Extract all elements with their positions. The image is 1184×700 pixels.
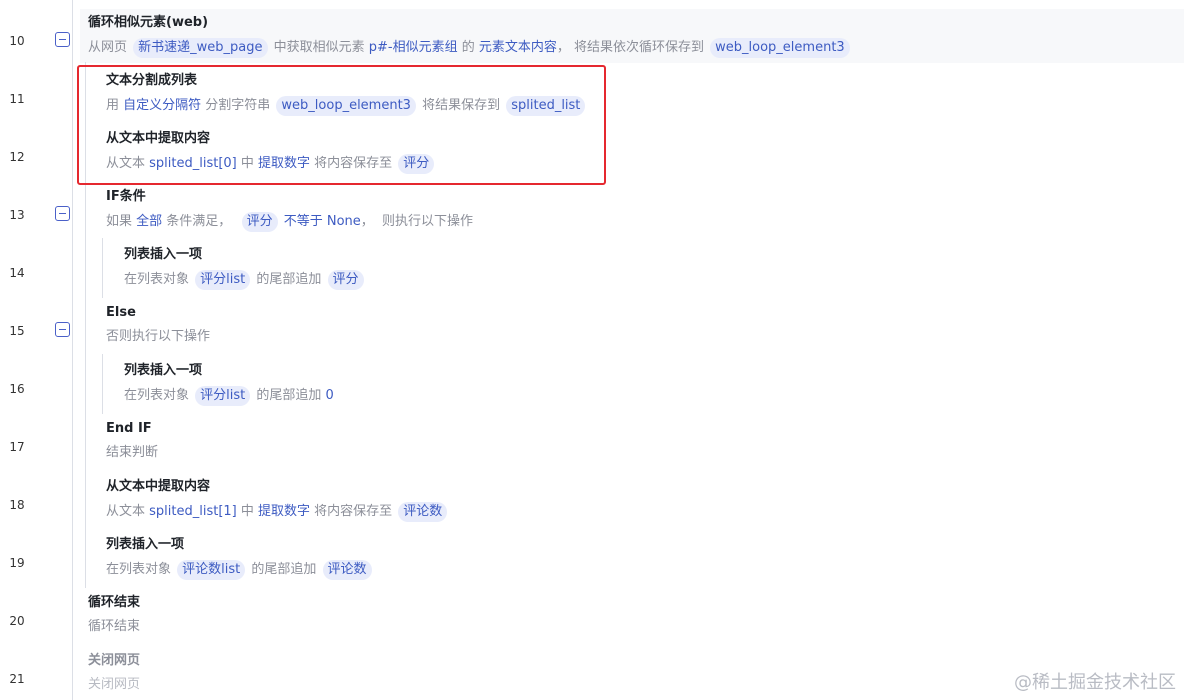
description-text: 将内容保存至 xyxy=(310,504,397,519)
parameter-token[interactable]: 提取数字 xyxy=(258,503,310,521)
step-title: 列表插入一项 xyxy=(124,363,203,378)
description-text: ， 则执行以下操作 xyxy=(360,214,474,229)
step-title: 列表插入一项 xyxy=(106,537,185,552)
description-text: 在列表对象 xyxy=(124,388,194,403)
description-text: 从网页 xyxy=(88,40,132,55)
description-text: 循环结束 xyxy=(88,619,141,634)
step-list-append-comments[interactable]: 列表插入一项 在列表对象 评论数list 的尾部追加 评论数 xyxy=(106,536,374,580)
variable-chip[interactable]: 评论数 xyxy=(398,502,448,522)
description-text: 的尾部追加 xyxy=(252,272,326,287)
variable-chip[interactable]: 新书速递_web_page xyxy=(133,38,268,58)
step-title: 列表插入一项 xyxy=(124,247,203,262)
description-text: 条件满足， xyxy=(162,214,240,229)
description-text: 的尾部追加 xyxy=(252,388,326,403)
parameter-token[interactable]: 元素文本内容 xyxy=(479,39,557,57)
highlight-annotation-box xyxy=(77,65,606,185)
step-description: 从网页 新书速递_web_page 中获取相似元素 p#-相似元素组 的 元素文… xyxy=(88,38,852,58)
parameter-token[interactable]: None xyxy=(327,213,361,231)
variable-chip[interactable]: 评论数list xyxy=(177,560,246,580)
line-number: 10 xyxy=(9,34,25,48)
step-loop-similar-elements[interactable]: 循环相似元素(web) 从网页 新书速递_web_page 中获取相似元素 p#… xyxy=(88,14,852,58)
description-text: 如果 xyxy=(106,214,137,229)
step-extract-content-comments[interactable]: 从文本中提取内容 从文本 splited_list[1] 中 提取数字 将内容保… xyxy=(106,478,449,522)
parameter-token[interactable]: 全部 xyxy=(136,213,162,231)
collapse-toggle-else[interactable] xyxy=(55,322,70,337)
description-text: 关闭网页 xyxy=(88,677,141,692)
indent-guide-root xyxy=(72,0,73,700)
step-list-append-rating[interactable]: 列表插入一项 在列表对象 评分list 的尾部追加 评分 xyxy=(124,246,366,290)
step-title: IF条件 xyxy=(106,189,146,204)
step-description: 结束判断 xyxy=(106,444,158,462)
line-number: 12 xyxy=(9,150,25,164)
step-end-if[interactable]: End IF 结束判断 xyxy=(106,420,158,462)
description-text: 否则执行以下操作 xyxy=(106,329,211,344)
description-text: ， 将结果依次循环保存到 xyxy=(556,40,709,55)
parameter-token[interactable]: splited_list[1] xyxy=(149,503,237,521)
step-title: 从文本中提取内容 xyxy=(106,479,211,494)
description-text: 的尾部追加 xyxy=(247,562,321,577)
step-title: Else xyxy=(106,305,136,320)
indent-guide-else xyxy=(102,354,103,414)
description-text: 在列表对象 xyxy=(106,562,176,577)
step-description: 在列表对象 评分list 的尾部追加 0 xyxy=(124,386,334,406)
step-description: 否则执行以下操作 xyxy=(106,328,210,346)
collapse-toggle-if[interactable] xyxy=(55,206,70,221)
description-text: 的 xyxy=(457,40,479,55)
step-title: End IF xyxy=(106,421,152,436)
step-description: 在列表对象 评分list 的尾部追加 评分 xyxy=(124,270,366,290)
description-text: 从文本 xyxy=(106,504,150,519)
variable-chip[interactable]: 评分 xyxy=(327,270,364,290)
line-number: 21 xyxy=(9,672,25,686)
line-number: 11 xyxy=(9,92,25,106)
step-list-append-zero[interactable]: 列表插入一项 在列表对象 评分list 的尾部追加 0 xyxy=(124,362,334,406)
step-if-condition[interactable]: IF条件 如果 全部 条件满足， 评分 不等于 None， 则执行以下操作 xyxy=(106,188,473,232)
step-description: 关闭网页 xyxy=(88,676,140,694)
step-else[interactable]: Else 否则执行以下操作 xyxy=(106,304,210,346)
line-number: 13 xyxy=(9,208,25,222)
step-title: 关闭网页 xyxy=(88,653,141,668)
step-title: 循环相似元素(web) xyxy=(88,15,209,30)
step-description: 从文本 splited_list[1] 中 提取数字 将内容保存至 评论数 xyxy=(106,502,449,522)
description-text: 中 xyxy=(236,504,259,519)
step-description: 在列表对象 评论数list 的尾部追加 评论数 xyxy=(106,560,374,580)
variable-chip[interactable]: 评论数 xyxy=(322,560,372,580)
step-title: 循环结束 xyxy=(88,595,141,610)
variable-chip[interactable]: 评分 xyxy=(241,212,278,232)
step-description: 如果 全部 条件满足， 评分 不等于 None， 则执行以下操作 xyxy=(106,212,473,232)
line-number: 17 xyxy=(9,440,25,454)
parameter-token[interactable]: 不等于 xyxy=(280,213,327,231)
collapse-toggle-loop[interactable] xyxy=(55,32,70,47)
indent-guide-if xyxy=(102,238,103,298)
parameter-token[interactable]: p#-相似元素组 xyxy=(369,39,458,57)
step-close-webpage[interactable]: 关闭网页 关闭网页 xyxy=(88,652,140,694)
line-number: 18 xyxy=(9,498,25,512)
description-text: 中获取相似元素 xyxy=(269,40,369,55)
step-description: 循环结束 xyxy=(88,618,140,636)
variable-chip[interactable]: 评分list xyxy=(195,270,251,290)
description-text: 结束判断 xyxy=(106,445,159,460)
line-number: 15 xyxy=(9,324,25,338)
line-number: 14 xyxy=(9,266,25,280)
watermark: @稀土掘金技术社区 xyxy=(1014,672,1176,693)
step-loop-end[interactable]: 循环结束 循环结束 xyxy=(88,594,140,636)
line-number: 19 xyxy=(9,556,25,570)
variable-chip[interactable]: web_loop_element3 xyxy=(710,38,850,58)
description-text: 在列表对象 xyxy=(124,272,194,287)
line-number: 16 xyxy=(9,382,25,396)
variable-chip[interactable]: 评分list xyxy=(195,386,251,406)
line-number: 20 xyxy=(9,614,25,628)
parameter-token[interactable]: 0 xyxy=(326,387,334,405)
